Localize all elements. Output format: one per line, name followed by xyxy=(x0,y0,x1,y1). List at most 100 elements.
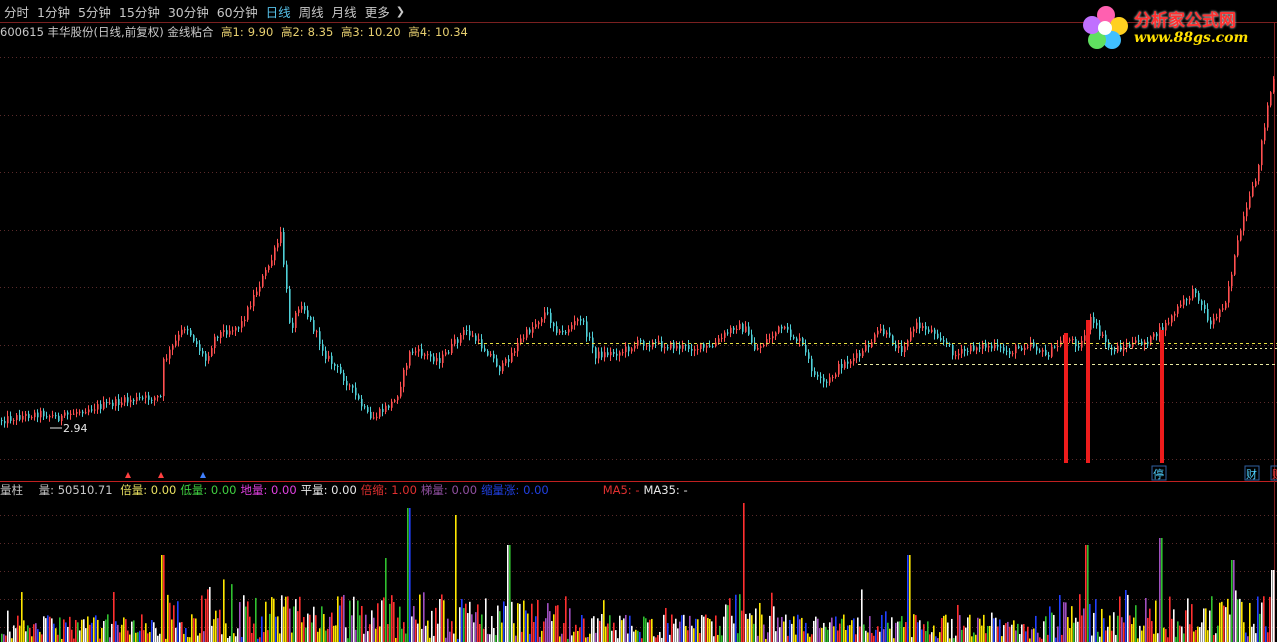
volume-bar-378 xyxy=(757,635,759,642)
volume-bar-257 xyxy=(515,635,517,642)
candle-body-357 xyxy=(1072,339,1074,341)
volume-bar-435 xyxy=(871,632,873,642)
candle-body-331 xyxy=(994,344,996,349)
volume-bar-387 xyxy=(775,631,777,642)
candle-body-80 xyxy=(241,321,243,328)
volume-bar-17 xyxy=(35,623,37,642)
volume-bar-506 xyxy=(1013,620,1015,642)
volume-bar-360 xyxy=(721,635,723,642)
candle-body-241 xyxy=(724,332,726,338)
volume-bar-285 xyxy=(571,635,573,642)
volume-bar-454 xyxy=(909,555,911,642)
volume-bar-612 xyxy=(1225,607,1227,642)
volume-bar-542 xyxy=(1085,545,1087,642)
candle-body-39 xyxy=(118,399,120,406)
volume-bar-457 xyxy=(915,615,917,642)
candle-body-265 xyxy=(796,338,798,342)
candle-body-226 xyxy=(679,345,681,349)
volume-bar-273 xyxy=(547,603,549,642)
volume-bar-215 xyxy=(431,610,433,642)
volume-bar-21 xyxy=(43,616,45,642)
volume-bar-575 xyxy=(1151,621,1153,642)
event-marker-1: 财 xyxy=(1246,467,1257,481)
candle-body-188 xyxy=(565,332,567,334)
volume-bar-15 xyxy=(31,636,33,642)
candle-body-172 xyxy=(517,342,519,352)
volume-bar-379 xyxy=(759,602,761,642)
volume-bar-3 xyxy=(7,610,9,642)
volume-bar-278 xyxy=(557,605,559,642)
volume-bar-92 xyxy=(185,627,187,642)
volume-bar-546 xyxy=(1093,612,1095,642)
candle-body-109 xyxy=(328,355,330,359)
candle-body-103 xyxy=(310,317,312,321)
volume-bar-391 xyxy=(783,621,785,642)
candle-body-134 xyxy=(403,369,405,387)
candle-body-270 xyxy=(811,358,813,372)
volume-bar-109 xyxy=(219,609,221,642)
volume-bar-305 xyxy=(611,630,613,642)
candle-body-2 xyxy=(7,416,9,424)
candle-body-36 xyxy=(109,402,111,404)
volume-bar-439 xyxy=(879,631,881,642)
candle-body-175 xyxy=(526,329,528,338)
volume-bar-490 xyxy=(981,625,983,642)
volume-bar-311 xyxy=(623,618,625,642)
volume-bar-582 xyxy=(1165,629,1167,642)
candle-body-220 xyxy=(661,341,663,348)
vol-indicator-label-4: 倍缩: xyxy=(360,483,388,497)
candle-body-323 xyxy=(970,345,972,352)
volume-bar-594 xyxy=(1189,624,1191,642)
candle-body-26 xyxy=(79,411,81,413)
chart-canvas[interactable]: 2.94 停 财 财 xyxy=(0,0,1277,642)
volume-bar-329 xyxy=(659,631,661,642)
candle-body-106 xyxy=(319,331,321,345)
volume-bar-339 xyxy=(679,621,681,642)
candle-body-155 xyxy=(466,330,468,332)
volume-bar-535 xyxy=(1071,606,1073,642)
volume-bar-249 xyxy=(499,611,501,642)
candle-body-121 xyxy=(364,406,366,408)
candle-body-68 xyxy=(205,353,207,361)
vol-indicator-value-5: 0.00 xyxy=(447,483,478,497)
candle-body-56 xyxy=(169,349,171,359)
candle-body-170 xyxy=(511,352,513,362)
volume-bar-430 xyxy=(861,589,863,642)
volume-bar-558 xyxy=(1117,615,1119,642)
candle-body-390 xyxy=(1171,315,1173,323)
volume-bar-618 xyxy=(1237,599,1239,642)
volume-bar-373 xyxy=(747,618,749,642)
volume-bar-301 xyxy=(603,600,605,642)
event-marker-0: 停 xyxy=(1153,467,1164,481)
volume-bar-113 xyxy=(227,638,229,642)
vol-indicator-value-1: 0.00 xyxy=(207,483,237,497)
candle-body-295 xyxy=(886,332,888,335)
volume-bar-304 xyxy=(609,615,611,642)
volume-bar-553 xyxy=(1107,626,1109,642)
volume-bar-299 xyxy=(599,620,601,642)
volume-bar-145 xyxy=(291,632,293,642)
volume-bar-347 xyxy=(695,618,697,642)
volume-bar-289 xyxy=(579,627,581,642)
candle-body-266 xyxy=(799,338,801,342)
volume-bar-193 xyxy=(387,624,389,642)
vol-indicator-label-2: 地量: xyxy=(240,483,268,497)
event-arrow-icon-1 xyxy=(158,472,164,478)
volume-bar-547 xyxy=(1095,599,1097,642)
volume-bar-198 xyxy=(397,617,399,642)
volume-bar-156 xyxy=(313,606,315,642)
volume-bar-561 xyxy=(1123,622,1125,642)
volume-bar-2 xyxy=(5,635,7,642)
volume-bar-367 xyxy=(735,594,737,642)
candle-body-66 xyxy=(199,344,201,352)
vol-indicator-label-3: 平量: xyxy=(300,483,328,497)
candle-body-119 xyxy=(358,395,360,399)
volume-bar-306 xyxy=(613,622,615,642)
volume-bar-497 xyxy=(995,617,997,642)
candle-body-310 xyxy=(931,329,933,332)
volume-bar-504 xyxy=(1009,626,1011,642)
candle-body-210 xyxy=(631,348,633,352)
candle-body-208 xyxy=(625,346,627,353)
volume-bar-375 xyxy=(751,615,753,642)
volume-bar-317 xyxy=(635,629,637,642)
